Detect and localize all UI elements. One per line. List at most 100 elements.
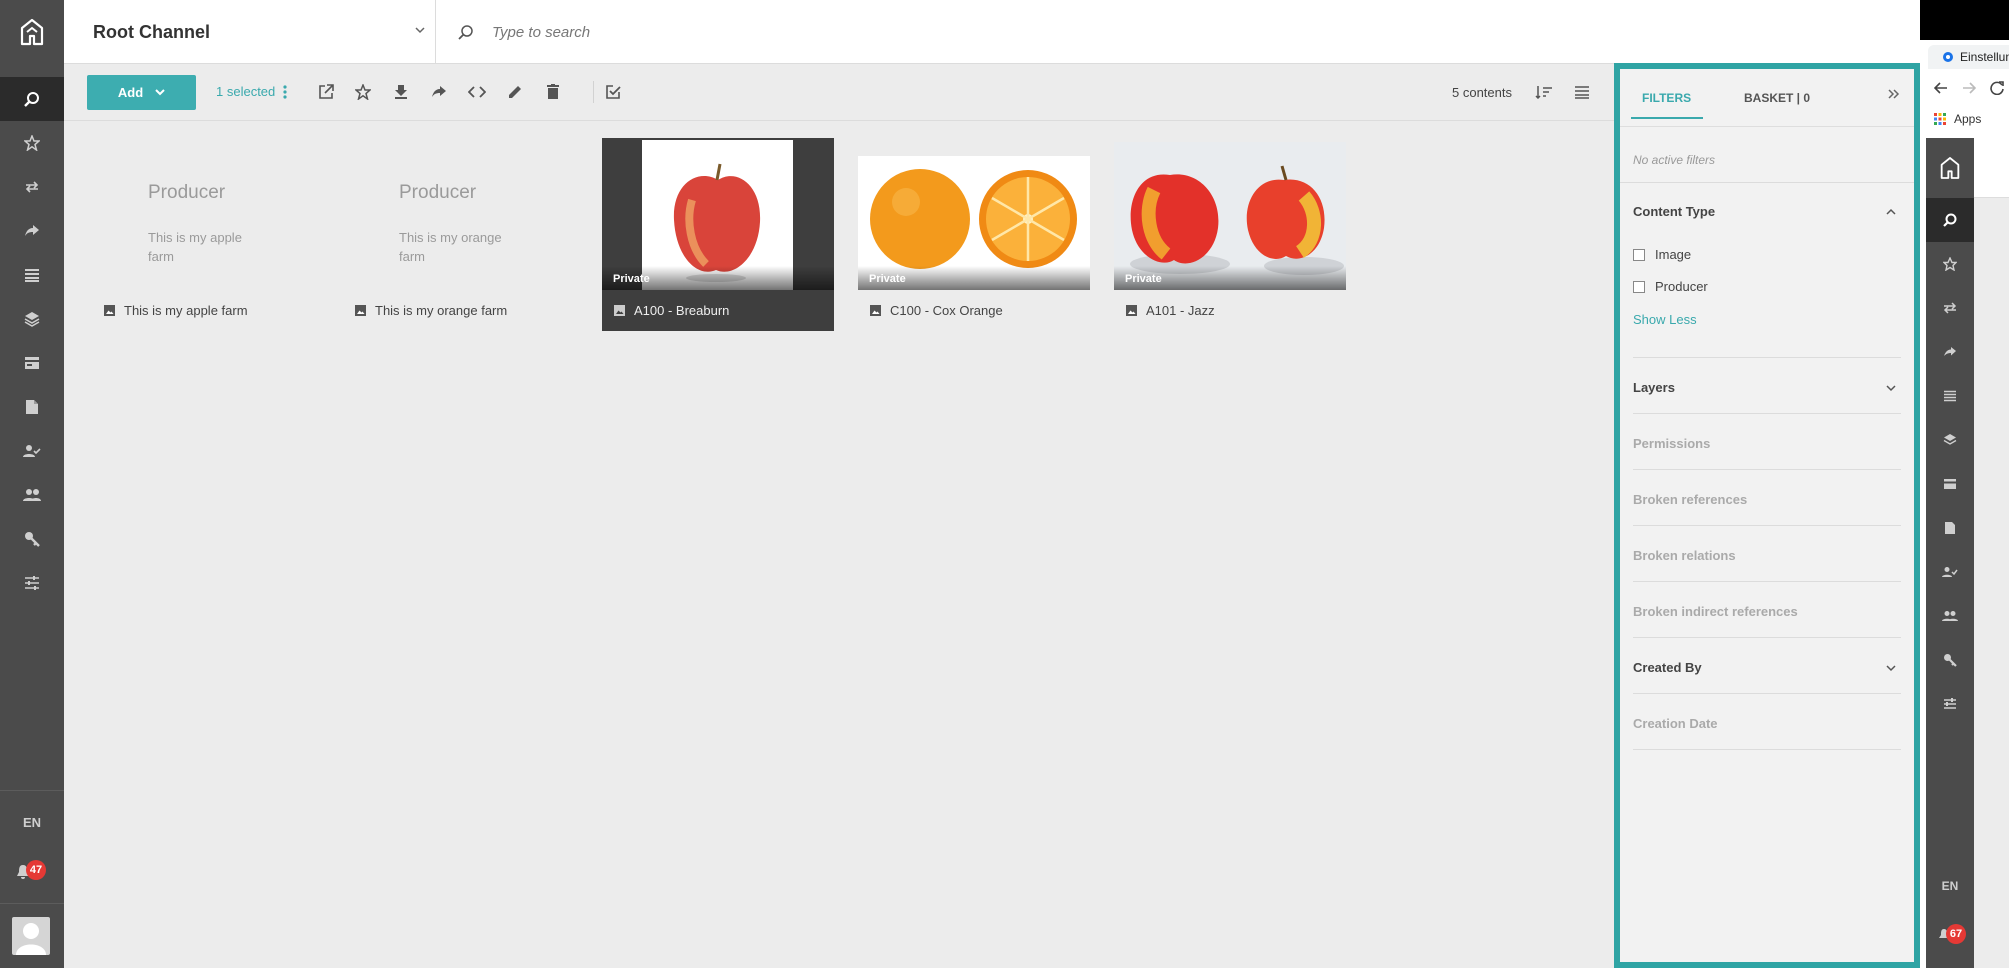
browser-tab[interactable]: Einstellun bbox=[1928, 45, 2009, 69]
second-sidebar: EN 67 bbox=[1926, 138, 1974, 968]
sidebar-item-search[interactable] bbox=[0, 77, 64, 121]
sidebar-item-transfer[interactable] bbox=[0, 165, 64, 209]
user-avatar[interactable] bbox=[12, 917, 50, 955]
open-button[interactable] bbox=[316, 82, 336, 102]
user-check-icon bbox=[23, 445, 41, 457]
download-button[interactable] bbox=[391, 82, 411, 102]
filter-option-producer[interactable]: Producer bbox=[1633, 279, 1708, 294]
search-bar[interactable]: Type to search bbox=[436, 0, 1920, 64]
browser-nav bbox=[1920, 74, 2009, 102]
checkbox[interactable] bbox=[1633, 248, 1645, 261]
show-less-link[interactable]: Show Less bbox=[1633, 312, 1697, 327]
checkbox[interactable] bbox=[1633, 280, 1645, 293]
content-card[interactable]: Private C100 - Cox Orange bbox=[858, 138, 1090, 331]
more-vertical-icon bbox=[283, 84, 287, 99]
collapse-panel-icon[interactable] bbox=[1888, 89, 1900, 99]
sidebar-item-card[interactable] bbox=[0, 341, 64, 385]
sidebar-item-list[interactable] bbox=[0, 253, 64, 297]
sidebar-item-favorites[interactable] bbox=[0, 121, 64, 165]
forward-icon[interactable] bbox=[1962, 82, 1976, 94]
sidebar-item-share[interactable] bbox=[1926, 330, 1974, 374]
filter-permissions[interactable]: Permissions bbox=[1633, 436, 1710, 451]
language-switch[interactable]: EN bbox=[0, 815, 64, 830]
filter-created-by[interactable]: Created By bbox=[1633, 660, 1702, 675]
sidebar-item-key[interactable] bbox=[1926, 638, 1974, 682]
filter-option-label: Producer bbox=[1655, 279, 1708, 294]
filter-layers[interactable]: Layers bbox=[1633, 380, 1675, 395]
top-bar: Root Channel Type to search bbox=[64, 0, 1920, 64]
sidebar-item-settings[interactable] bbox=[0, 561, 64, 605]
favorite-button[interactable] bbox=[353, 82, 373, 102]
chevron-down-icon[interactable] bbox=[1886, 665, 1896, 672]
placeholder-description: This is my apple farm bbox=[148, 230, 242, 264]
filter-broken-relations[interactable]: Broken relations bbox=[1633, 548, 1736, 563]
search-input[interactable]: Type to search bbox=[492, 24, 590, 41]
add-button[interactable]: Add bbox=[87, 75, 196, 110]
language-switch[interactable]: EN bbox=[1926, 879, 1974, 893]
notifications-button[interactable]: 47 bbox=[16, 860, 50, 882]
sidebar-item-users[interactable] bbox=[0, 473, 64, 517]
app-logo[interactable] bbox=[1926, 138, 1974, 198]
content-card[interactable]: Private A101 - Jazz bbox=[1114, 138, 1346, 331]
sidebar-item-share[interactable] bbox=[0, 209, 64, 253]
layers-icon bbox=[24, 312, 40, 327]
sidebar-item-transfer[interactable] bbox=[1926, 286, 1974, 330]
filter-creation-date[interactable]: Creation Date bbox=[1633, 716, 1718, 731]
sidebar-item-layers[interactable] bbox=[0, 297, 64, 341]
chevron-down-icon bbox=[155, 89, 165, 96]
filter-broken-references[interactable]: Broken references bbox=[1633, 492, 1747, 507]
embed-button[interactable] bbox=[467, 82, 487, 102]
sort-button[interactable] bbox=[1534, 82, 1554, 102]
share-icon bbox=[25, 225, 39, 236]
privacy-badge: Private bbox=[858, 266, 1090, 290]
sidebar-item-list[interactable] bbox=[1926, 374, 1974, 418]
image-type-icon bbox=[355, 305, 366, 316]
star-icon bbox=[24, 135, 40, 151]
filter-content-type[interactable]: Content Type bbox=[1633, 204, 1715, 219]
share-button[interactable] bbox=[429, 82, 449, 102]
pencil-icon bbox=[509, 86, 521, 98]
privacy-badge: Private bbox=[602, 266, 834, 290]
tab-basket[interactable]: BASKET | 0 bbox=[1744, 91, 1810, 105]
sidebar-item-settings[interactable] bbox=[1926, 682, 1974, 726]
sidebar-item-favorites[interactable] bbox=[1926, 242, 1974, 286]
browser-tab-title: Einstellun bbox=[1960, 50, 2009, 64]
sidebar-item-search[interactable] bbox=[1926, 198, 1974, 242]
sidebar-item-layers[interactable] bbox=[1926, 418, 1974, 462]
sidebar-item-users[interactable] bbox=[1926, 594, 1974, 638]
sidebar-item-user-check[interactable] bbox=[0, 429, 64, 473]
sidebar-item-documents[interactable] bbox=[1926, 506, 1974, 550]
chevron-up-icon[interactable] bbox=[1886, 208, 1896, 215]
sidebar-item-documents[interactable] bbox=[0, 385, 64, 429]
delete-button[interactable] bbox=[543, 82, 563, 102]
channel-selector[interactable]: Root Channel bbox=[64, 0, 436, 64]
transfer-icon bbox=[1943, 302, 1957, 314]
chevron-down-icon[interactable] bbox=[1886, 385, 1896, 392]
filter-broken-indirect-references[interactable]: Broken indirect references bbox=[1633, 604, 1798, 619]
tab-filters[interactable]: FILTERS bbox=[1630, 91, 1704, 119]
card-title: A101 - Jazz bbox=[1126, 303, 1215, 318]
content-card-selected[interactable]: Private A100 - Breaburn bbox=[602, 138, 834, 331]
edit-button[interactable] bbox=[505, 82, 525, 102]
bookmarks-bar[interactable]: Apps bbox=[1934, 112, 1981, 126]
bookmark-apps: Apps bbox=[1954, 112, 1982, 126]
filter-divider bbox=[1633, 637, 1901, 638]
sidebar-item-card[interactable] bbox=[1926, 462, 1974, 506]
list-view-icon bbox=[1575, 86, 1589, 99]
content-card[interactable]: Producer This is my apple farm This is m… bbox=[92, 138, 324, 331]
reload-icon[interactable] bbox=[1990, 81, 2004, 95]
sidebar-item-user-check[interactable] bbox=[1926, 550, 1974, 594]
view-mode-button[interactable] bbox=[1572, 82, 1592, 102]
sliders-icon bbox=[1944, 698, 1956, 709]
notifications-button[interactable]: 67 bbox=[1938, 924, 1968, 944]
filter-option-image[interactable]: Image bbox=[1633, 247, 1691, 262]
app-logo[interactable] bbox=[0, 0, 64, 64]
back-icon[interactable] bbox=[1934, 82, 1948, 94]
sidebar-item-key[interactable] bbox=[0, 517, 64, 561]
sliders-icon bbox=[25, 576, 39, 590]
content-card[interactable]: Producer This is my orange farm This is … bbox=[343, 138, 575, 331]
chevron-down-icon bbox=[415, 27, 425, 34]
no-active-filters: No active filters bbox=[1633, 153, 1716, 167]
batch-edit-button[interactable] bbox=[603, 82, 623, 102]
selection-menu[interactable]: 1 selected bbox=[216, 84, 287, 99]
